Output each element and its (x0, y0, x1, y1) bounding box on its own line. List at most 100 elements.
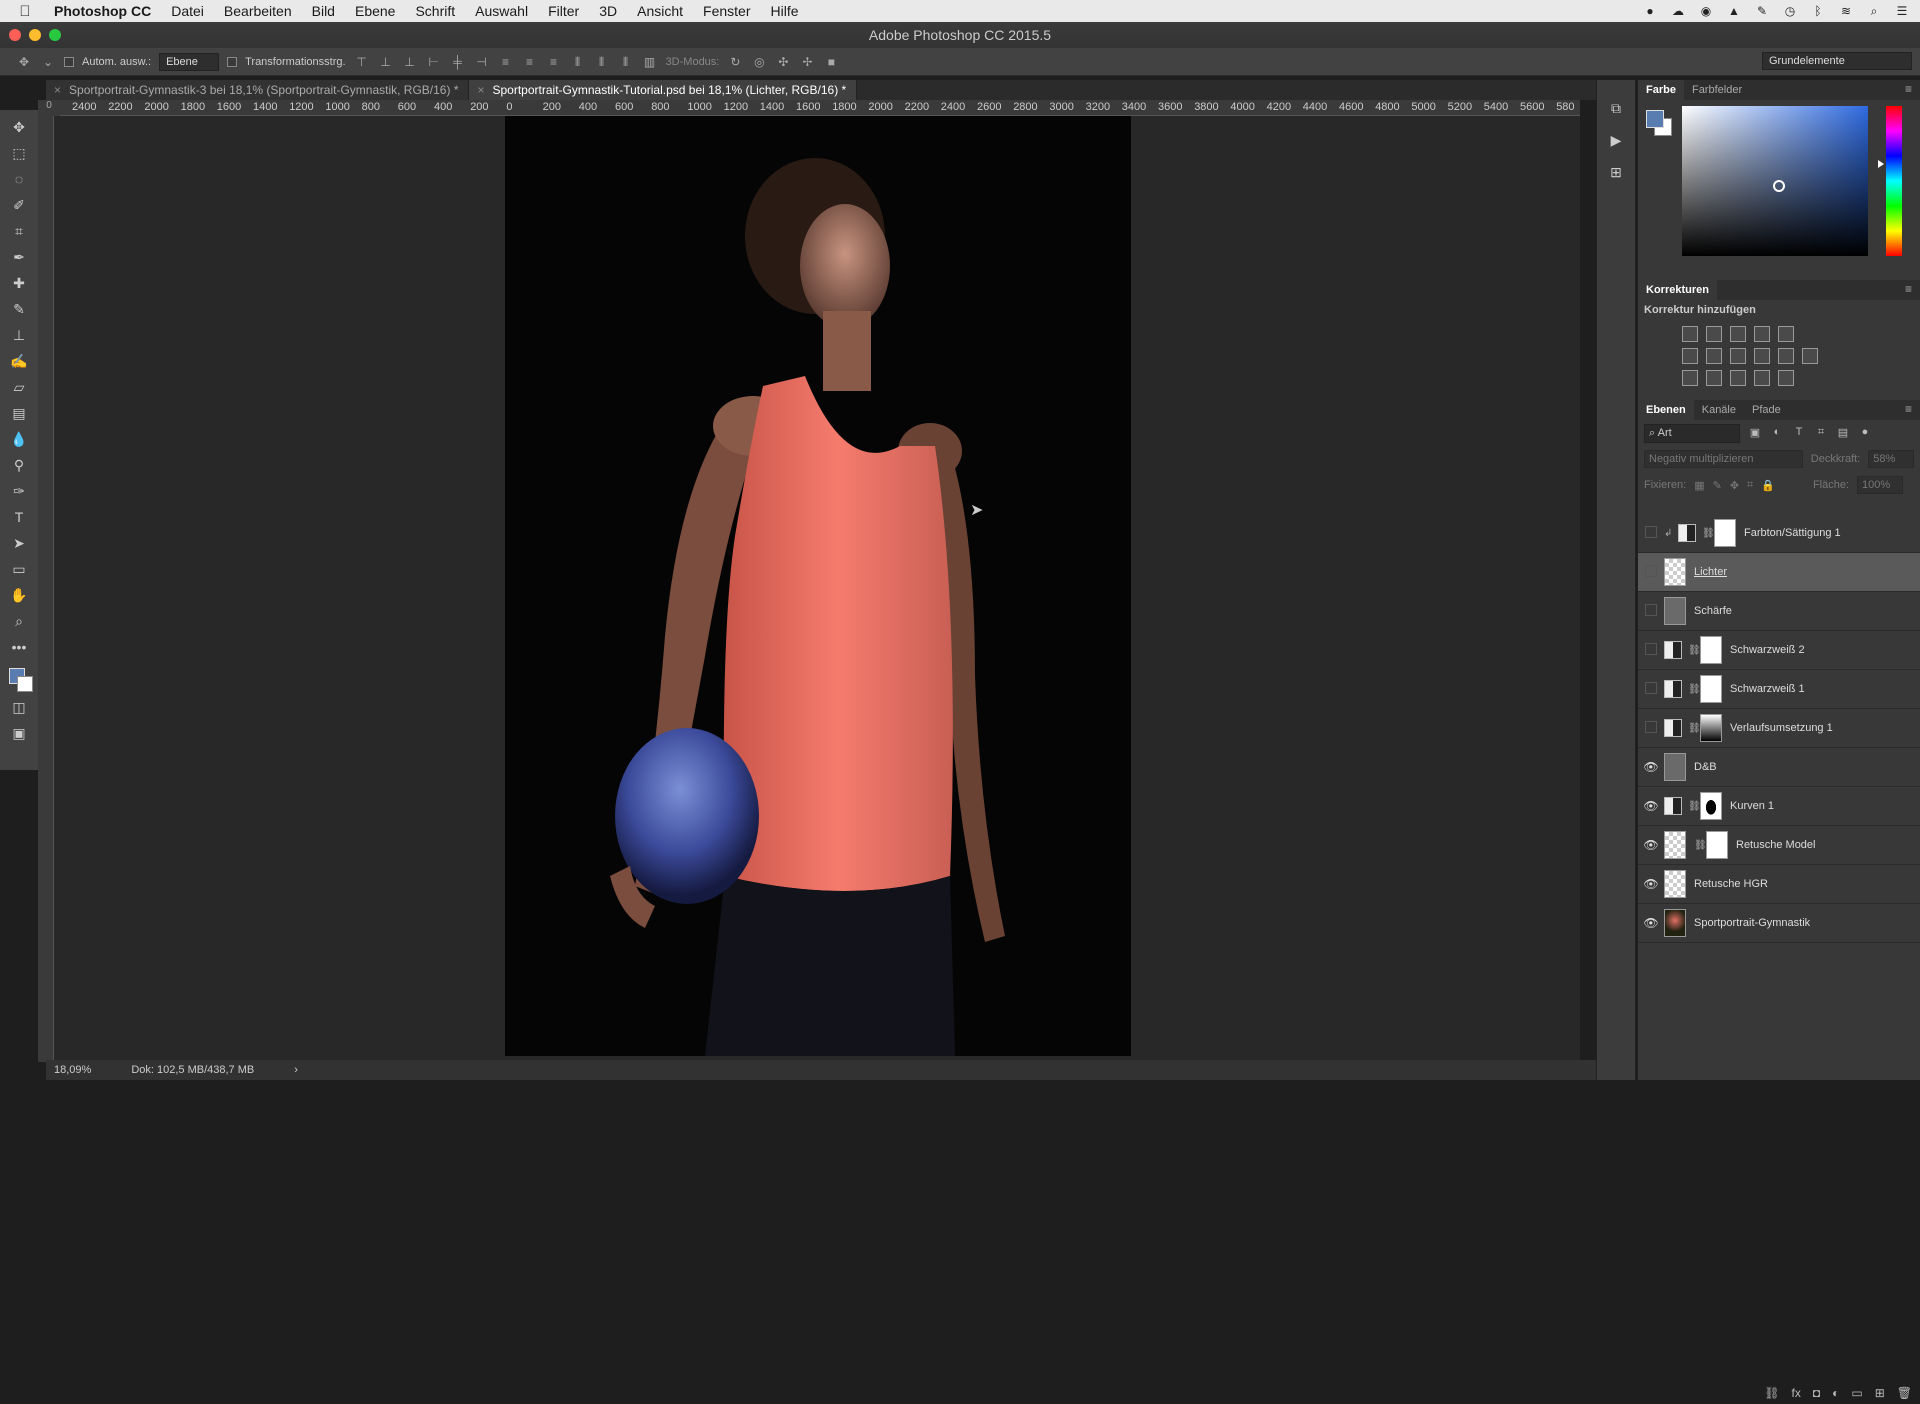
notification-center-icon[interactable]: ☰ (1894, 4, 1910, 18)
chevron-right-icon[interactable]: › (294, 1064, 298, 1076)
layer-thumbnail[interactable] (1664, 909, 1686, 937)
visibility-toggle[interactable] (1638, 681, 1664, 697)
panel-menu-icon[interactable]: ≡ (1905, 82, 1912, 96)
apple-icon[interactable]:  (0, 3, 50, 20)
auto-select-checkbox[interactable] (64, 56, 74, 67)
layer-mask-thumbnail[interactable] (1706, 831, 1728, 859)
align-hcenter-icon[interactable]: ╪ (450, 54, 466, 70)
visibility-toggle[interactable] (1638, 525, 1664, 541)
layer-row[interactable]: Lichter (1638, 553, 1920, 592)
tab-farbfelder[interactable]: Farbfelder (1684, 80, 1750, 100)
link-layers-icon[interactable]: ⛓ (1764, 1386, 1779, 1400)
quick-mask-icon[interactable]: ◫ (5, 694, 33, 720)
filter-toggle-icon[interactable]: ● (1858, 426, 1872, 440)
workspace-dropdown[interactable]: Grundelemente (1762, 52, 1912, 70)
zoom-tool-icon[interactable]: ⌕ (5, 608, 33, 634)
layer-row[interactable]: 👁 Retusche HGR (1638, 865, 1920, 904)
auto-align-icon[interactable]: ▥ (642, 54, 658, 70)
brightness-contrast-icon[interactable] (1682, 326, 1698, 342)
invert-icon[interactable] (1682, 370, 1698, 386)
menu-bearbeiten[interactable]: Bearbeiten (214, 0, 302, 22)
clone-stamp-tool-icon[interactable]: ⊥ (5, 322, 33, 348)
blur-tool-icon[interactable]: 💧 (5, 426, 33, 452)
filter-type-icon[interactable]: T (1792, 426, 1806, 440)
rectangle-tool-icon[interactable]: ▭ (5, 556, 33, 582)
mask-link-icon[interactable]: ⛓ (1688, 684, 1701, 695)
horizontal-ruler[interactable]: 2400 2200 2000 1800 1600 1400 1200 1000 800 600 40… (60, 100, 1580, 116)
menu-3d[interactable]: 3D (589, 0, 627, 22)
hue-slider-handle[interactable] (1878, 160, 1884, 168)
layer-mask-thumbnail[interactable] (1700, 714, 1722, 742)
vertical-ruler[interactable] (38, 116, 54, 1062)
ruler-origin[interactable]: 0 (38, 100, 60, 116)
menu-schrift[interactable]: Schrift (405, 0, 465, 22)
menu-ansicht[interactable]: Ansicht (627, 0, 693, 22)
marquee-tool-icon[interactable]: ⬚ (5, 140, 33, 166)
layer-thumbnail[interactable] (1664, 597, 1686, 625)
layer-row[interactable]: 👁 ⛓ Retusche Model (1638, 826, 1920, 865)
selective-color-icon[interactable] (1754, 370, 1770, 386)
brush-icon[interactable]: ✎ (1754, 4, 1770, 18)
black-white-icon[interactable] (1730, 348, 1746, 364)
3d-slide-icon[interactable]: ✢ (799, 54, 815, 70)
tab-ebenen[interactable]: Ebenen (1638, 400, 1694, 420)
pen-tool-icon[interactable]: ✑ (5, 478, 33, 504)
menu-fenster[interactable]: Fenster (693, 0, 760, 22)
layer-row[interactable]: ⛓ Schwarzweiß 2 (1638, 631, 1920, 670)
3d-scale-icon[interactable]: ■ (823, 54, 839, 70)
menu-app-name[interactable]: Photoshop CC (50, 3, 161, 19)
curves-icon[interactable] (1730, 326, 1746, 342)
zoom-window-button[interactable] (49, 29, 61, 41)
lock-artboard-icon[interactable]: ⌗ (1747, 479, 1753, 492)
distribute-right-icon[interactable]: ⫴ (618, 54, 634, 70)
menu-datei[interactable]: Datei (161, 0, 214, 22)
layer-row[interactable]: ↲ ⛓ Farbton/Sättigung 1 (1638, 514, 1920, 553)
layer-mask-thumbnail[interactable] (1714, 519, 1736, 547)
eye-icon[interactable]: 👁 (1638, 916, 1664, 930)
panel-menu-icon[interactable]: ≡ (1905, 402, 1912, 416)
filter-smartobject-icon[interactable]: ▤ (1836, 426, 1850, 440)
history-panel-icon[interactable]: ⧉ (1607, 100, 1625, 118)
eye-icon[interactable]: 👁 (1638, 760, 1664, 774)
move-tool-icon[interactable]: ✥ (5, 114, 33, 140)
tab-document-2[interactable]: × Sportportrait-Gymnastik-Tutorial.psd be… (469, 80, 858, 100)
filter-shape-icon[interactable]: ⌗ (1814, 426, 1828, 440)
layer-row[interactable]: 👁 D&B (1638, 748, 1920, 787)
move-tool-icon[interactable]: ✥ (16, 54, 32, 70)
layer-thumbnail[interactable] (1664, 870, 1686, 898)
layer-thumbnail[interactable] (1664, 831, 1686, 859)
document-canvas[interactable] (505, 116, 1131, 1056)
hue-slider[interactable] (1886, 106, 1902, 256)
add-mask-icon[interactable]: ◘ (1813, 1386, 1820, 1400)
gradient-tool-icon[interactable]: ▤ (5, 400, 33, 426)
layer-filter-dropdown[interactable]: ⌕ Art (1644, 423, 1740, 443)
panel-menu-icon[interactable]: ≡ (1905, 282, 1912, 296)
opacity-input[interactable]: 58% (1868, 450, 1914, 468)
mask-link-icon[interactable]: ⛓ (1702, 528, 1715, 539)
lock-position-icon[interactable]: ✥ (1730, 479, 1739, 492)
sync-icon[interactable]: ◉ (1698, 4, 1714, 18)
drive-icon[interactable]: ▲ (1726, 4, 1742, 18)
color-balance-icon[interactable] (1706, 348, 1722, 364)
chevron-down-icon[interactable]: ⌄ (40, 54, 56, 70)
exposure-icon[interactable] (1754, 326, 1770, 342)
3d-roll-icon[interactable]: ◎ (751, 54, 767, 70)
healing-brush-tool-icon[interactable]: ✚ (5, 270, 33, 296)
distribute-top-icon[interactable]: ≡ (498, 54, 514, 70)
eye-icon[interactable]: 👁 (1638, 838, 1664, 852)
close-window-button[interactable] (9, 29, 21, 41)
minimize-window-button[interactable] (29, 29, 41, 41)
layer-mask-thumbnail[interactable] (1700, 792, 1722, 820)
mask-link-icon[interactable]: ⛓ (1688, 723, 1701, 734)
foreground-color-swatch[interactable] (1646, 110, 1664, 128)
layer-row[interactable]: 👁 ⛓ Kurven 1 (1638, 787, 1920, 826)
document-size[interactable]: Dok: 102,5 MB/438,7 MB (131, 1064, 254, 1076)
tab-document-1[interactable]: × Sportportrait-Gymnastik-3 bei 18,1% (Sp… (46, 80, 470, 100)
mask-link-icon[interactable]: ⛓ (1688, 645, 1701, 656)
layer-row[interactable]: ⛓ Verlaufsumsetzung 1 (1638, 709, 1920, 748)
visibility-toggle[interactable] (1638, 720, 1664, 736)
screen-mode-icon[interactable]: ▣ (5, 720, 33, 746)
close-tab-icon[interactable]: × (477, 83, 484, 97)
hue-saturation-icon[interactable] (1682, 348, 1698, 364)
gradient-map-icon[interactable] (1778, 370, 1794, 386)
